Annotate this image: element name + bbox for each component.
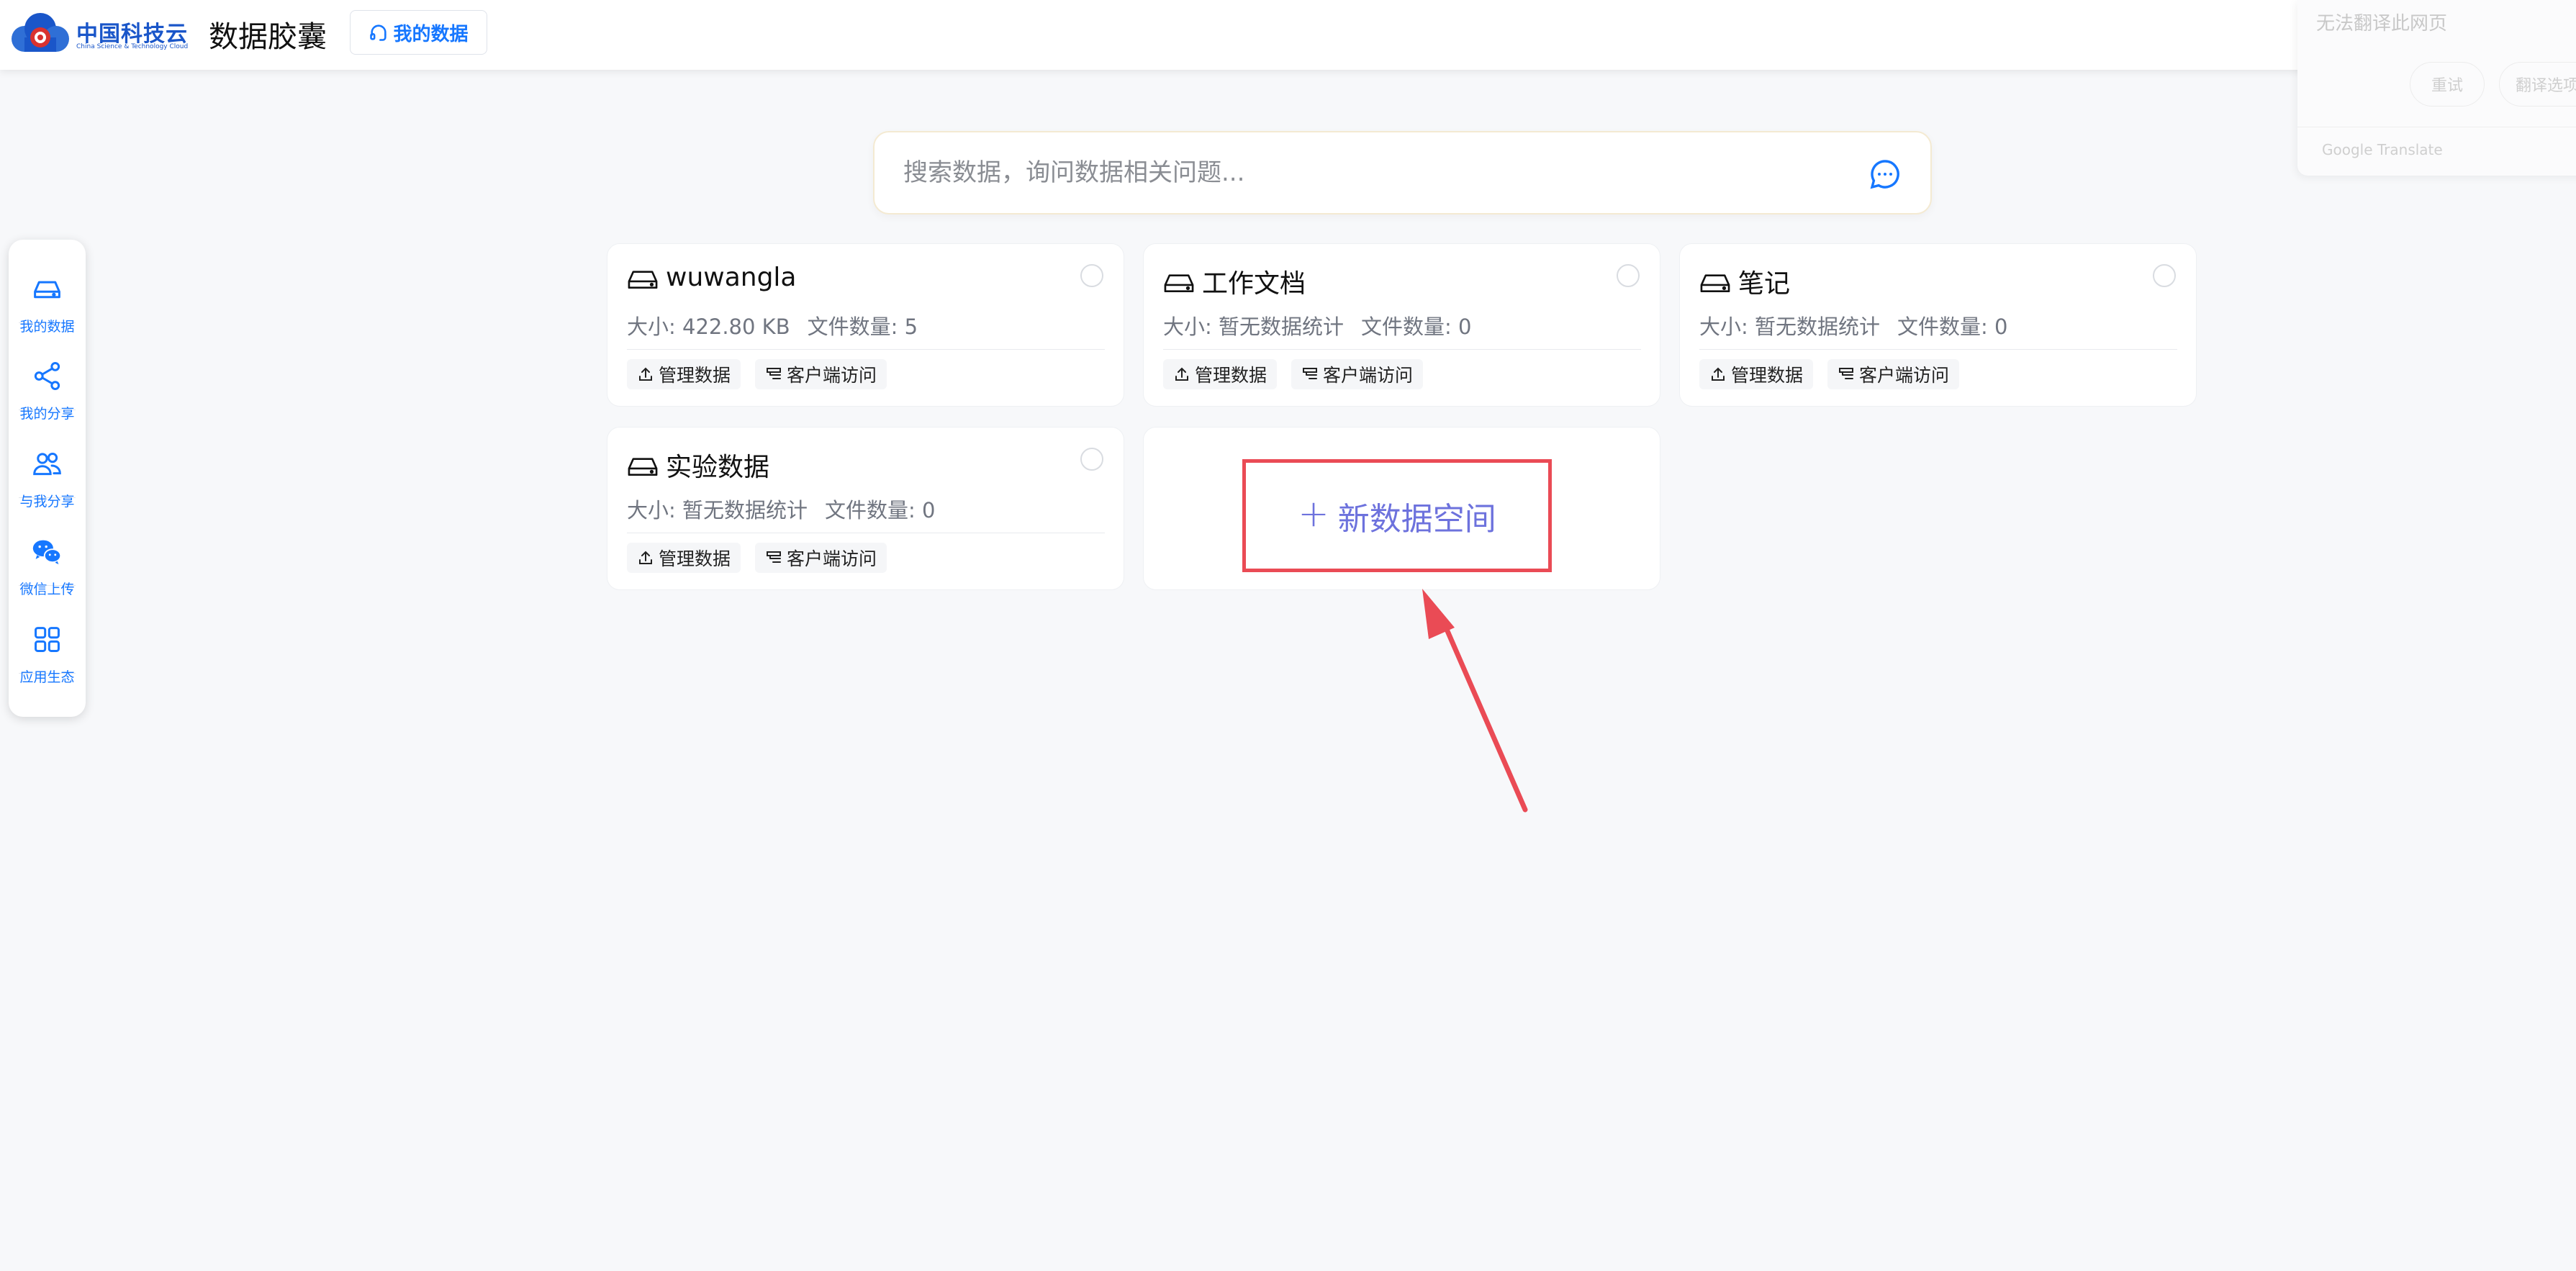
upload-icon [639, 367, 652, 381]
card-actions: 管理数据 客户端访问 [1163, 359, 1424, 389]
space-size: 大小: 暂无数据统计 [627, 498, 808, 523]
top-header: 中国科技云 China Science & Technology Cloud 数… [0, 0, 2576, 70]
sidebar-item-my-data[interactable]: 我的数据 [19, 240, 76, 335]
button-label: 客户端访问 [1859, 365, 1950, 386]
share-icon [34, 362, 60, 390]
app-title: 数据胶囊 [209, 19, 327, 54]
button-label: 管理数据 [659, 548, 731, 569]
data-space-card[interactable]: wuwangla 大小: 422.80 KB 文件数量: 5 管理数据 客户端访问 [607, 243, 1124, 407]
client-access-button[interactable]: 客户端访问 [1291, 359, 1424, 389]
cloud-logo-icon [12, 13, 69, 52]
button-label: 管理数据 [1195, 365, 1267, 386]
manage-data-button[interactable]: 管理数据 [627, 359, 741, 389]
card-title: 实验数据 [627, 446, 769, 484]
manage-data-button[interactable]: 管理数据 [627, 543, 741, 573]
select-radio[interactable] [1080, 264, 1103, 287]
manage-data-button[interactable]: 管理数据 [1163, 359, 1278, 389]
button-label: 管理数据 [1731, 365, 1804, 386]
divider [1699, 349, 2177, 350]
file-count: 文件数量: 0 [1897, 315, 2008, 339]
plus-icon: + [1298, 492, 1329, 535]
users-icon [33, 452, 61, 476]
space-size: 大小: 422.80 KB [627, 315, 790, 339]
card-actions: 管理数据 客户端访问 [627, 359, 887, 389]
card-meta: 大小: 暂无数据统计 文件数量: 0 [627, 494, 935, 524]
drive-icon [628, 270, 658, 289]
server-icon [767, 368, 782, 379]
button-label: 客户端访问 [1323, 365, 1414, 386]
upload-icon [639, 551, 652, 564]
card-actions: 管理数据 客户端访问 [627, 543, 887, 573]
upload-icon [1175, 367, 1188, 381]
translate-popup: 无法翻译此网页 重试 翻译选项 Google Translate [2297, 0, 2576, 176]
card-meta: 大小: 暂无数据统计 文件数量: 0 [1163, 310, 1471, 340]
card-meta: 大小: 暂无数据统计 文件数量: 0 [1699, 310, 2007, 340]
translate-message: 无法翻译此网页 [2316, 13, 2448, 35]
grid-icon [35, 627, 60, 652]
space-name: 实验数据 [666, 453, 770, 482]
card-actions: 管理数据 客户端访问 [1699, 359, 1960, 389]
sidebar-item-shared-with-me[interactable]: 与我分享 [19, 415, 76, 510]
drive-icon [34, 281, 60, 299]
card-meta: 大小: 422.80 KB 文件数量: 5 [627, 310, 918, 340]
space-size: 大小: 暂无数据统计 [1699, 315, 1880, 339]
wechat-icon [32, 540, 62, 565]
server-icon [767, 551, 782, 563]
sidebar-item-my-shares[interactable]: 我的分享 [19, 327, 76, 422]
select-radio[interactable] [2153, 264, 2176, 287]
logo[interactable]: 中国科技云 China Science & Technology Cloud [10, 12, 190, 58]
chat-bubble-icon[interactable] [1868, 157, 1902, 191]
tab-label: 我的数据 [393, 23, 469, 45]
drive-icon [1700, 274, 1730, 293]
file-count: 文件数量: 0 [825, 498, 936, 523]
data-space-card[interactable]: 工作文档 大小: 暂无数据统计 文件数量: 0 管理数据 客户端访问 [1143, 243, 1660, 407]
button-label: 客户端访问 [787, 365, 877, 386]
sidebar-item-app-ecosystem[interactable]: 应用生态 [19, 590, 76, 685]
sidebar-item-label: 应用生态 [19, 669, 75, 685]
search-bar [873, 131, 1932, 214]
sidebar: 我的数据 我的分享 与我分享 微信上传 应用生态 [9, 240, 86, 717]
select-radio[interactable] [1617, 264, 1640, 287]
new-data-space-button[interactable]: + 新数据空间 [1242, 459, 1552, 572]
retry-button[interactable]: 重试 [2410, 62, 2485, 107]
space-name: 笔记 [1738, 269, 1791, 299]
data-space-card[interactable]: 笔记 大小: 暂无数据统计 文件数量: 0 管理数据 客户端访问 [1679, 243, 2197, 407]
translate-credit: Google Translate [2322, 141, 2443, 158]
button-label: 客户端访问 [787, 548, 877, 569]
file-count: 文件数量: 5 [807, 315, 918, 339]
button-label: 管理数据 [659, 365, 731, 386]
select-radio[interactable] [1080, 448, 1103, 471]
upload-icon [1712, 367, 1725, 381]
space-name: 工作文档 [1202, 269, 1306, 299]
client-access-button[interactable]: 客户端访问 [755, 359, 887, 389]
file-count: 文件数量: 0 [1361, 315, 1472, 339]
space-name: wuwangla [666, 263, 797, 292]
search-input[interactable] [903, 150, 1839, 196]
client-access-button[interactable]: 客户端访问 [755, 543, 887, 573]
sidebar-item-wechat-upload[interactable]: 微信上传 [19, 502, 76, 597]
drive-icon [628, 458, 658, 476]
drive-icon [1164, 274, 1194, 293]
card-title: 工作文档 [1163, 263, 1306, 300]
space-size: 大小: 暂无数据统计 [1163, 315, 1344, 339]
translate-options-button[interactable]: 翻译选项 [2499, 62, 2576, 107]
tab-my-data[interactable]: 我的数据 [350, 10, 487, 55]
logo-subtext: China Science & Technology Cloud [76, 43, 189, 50]
new-space-label: 新数据空间 [1337, 500, 1496, 538]
headset-icon [370, 24, 387, 41]
manage-data-button[interactable]: 管理数据 [1699, 359, 1814, 389]
server-icon [1839, 368, 1854, 379]
divider [1163, 349, 1641, 350]
card-title: 笔记 [1699, 263, 1790, 300]
client-access-button[interactable]: 客户端访问 [1827, 359, 1960, 389]
card-title: wuwangla [627, 263, 797, 292]
divider [627, 349, 1105, 350]
server-icon [1303, 368, 1318, 379]
data-space-card[interactable]: 实验数据 大小: 暂无数据统计 文件数量: 0 管理数据 客户端访问 [607, 427, 1124, 590]
